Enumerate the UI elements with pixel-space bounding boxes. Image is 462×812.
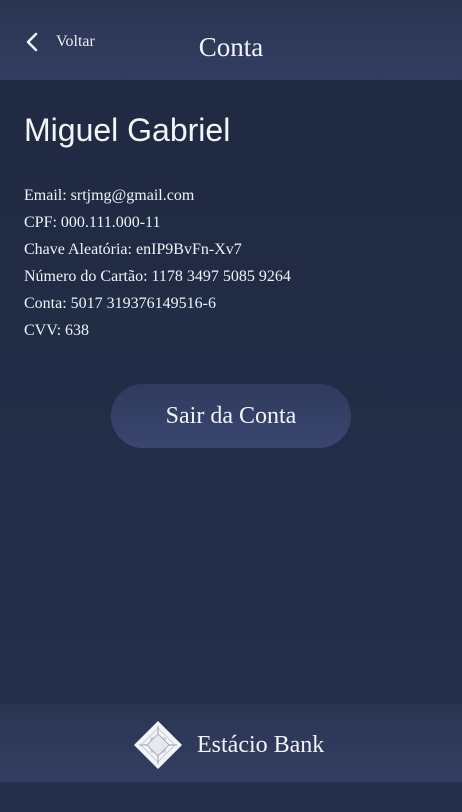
logout-button[interactable]: Sair da Conta — [111, 384, 351, 448]
bank-logo-icon — [134, 721, 182, 769]
cpf-info: CPF: 000.111.000-11 — [24, 214, 161, 231]
brand: Estácio Bank — [133, 720, 324, 770]
brand-name: Estácio Bank — [197, 731, 325, 758]
top-bar: Voltar Conta — [0, 0, 462, 80]
cvv-info: CVV: 638 — [24, 322, 90, 339]
page-title: Conta — [198, 32, 264, 62]
account-details: Email: srtjmg@gmail.com CPF: 000.111.000… — [24, 182, 291, 344]
bottom-bar: Estácio Bank — [0, 704, 462, 782]
account-number-info: Conta: 5017 319376149516-6 — [24, 295, 216, 312]
account-holder-name: Miguel Gabriel — [24, 112, 231, 148]
random-key-info: Chave Aleatória: enIP9BvFn-Xv7 — [24, 241, 242, 258]
email-info: Email: srtjmg@gmail.com — [24, 187, 195, 204]
card-number-info: Número do Cartão: 1178 3497 5085 9264 — [24, 268, 291, 285]
